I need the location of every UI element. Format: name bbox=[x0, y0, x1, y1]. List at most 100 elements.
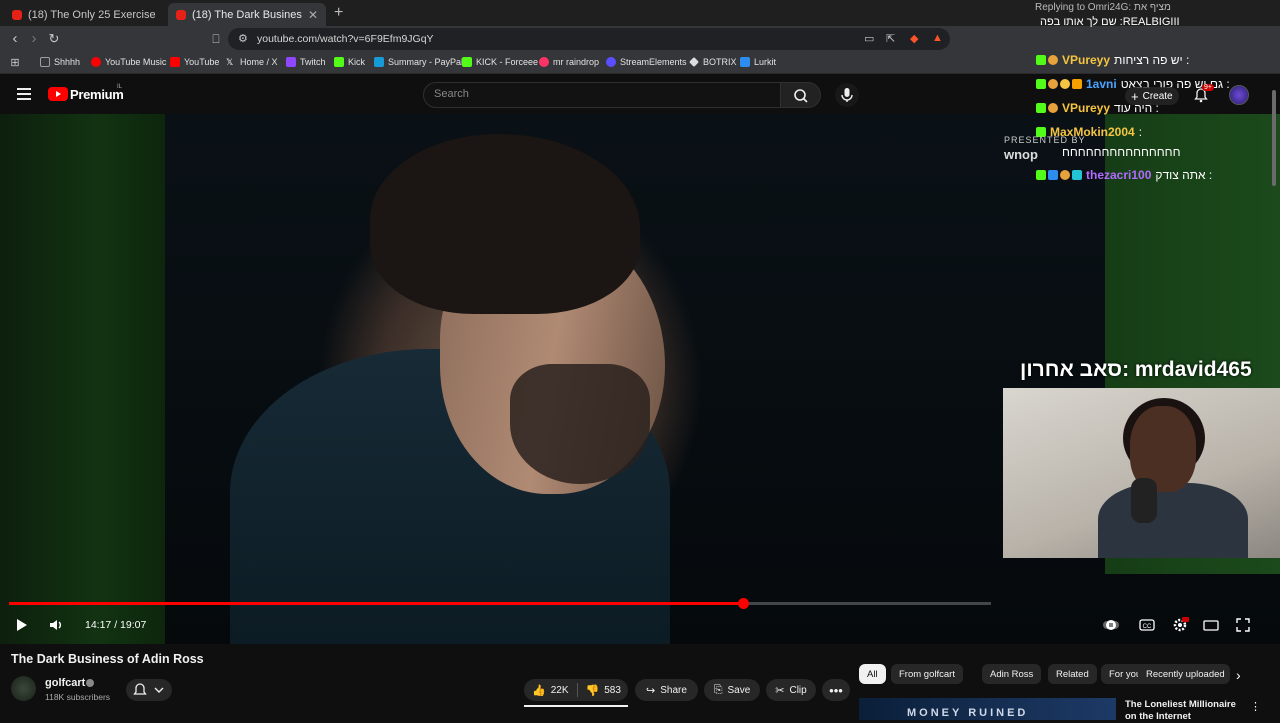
bookmark-icon: ⎘ bbox=[713, 683, 723, 696]
search-box[interactable] bbox=[423, 82, 781, 108]
browser-tab[interactable]: (18) The Only 25 Exercises You Ever N bbox=[4, 3, 164, 26]
close-tab-icon[interactable]: ✕ bbox=[302, 8, 318, 22]
cast-icon[interactable]: ▭ bbox=[864, 32, 874, 45]
theater-icon bbox=[1203, 620, 1219, 631]
premium-logo-text[interactable]: Premium bbox=[70, 87, 124, 102]
fullscreen-button[interactable] bbox=[1234, 616, 1252, 634]
create-button[interactable]: + Create bbox=[1125, 87, 1179, 105]
kick-badge-icon bbox=[1036, 170, 1046, 180]
bookmark-label: KICK - Forceee bbox=[476, 57, 539, 67]
volume-icon bbox=[50, 620, 61, 630]
captions-icon: CC bbox=[1139, 619, 1155, 631]
more-horizontal-icon: ••• bbox=[829, 682, 843, 698]
divider bbox=[576, 683, 578, 697]
clip-button[interactable]: ✂ Clip bbox=[766, 679, 816, 701]
moderator-badge-icon bbox=[1048, 170, 1058, 180]
notifications-button[interactable]: 9+ bbox=[1192, 84, 1214, 104]
search-icon bbox=[794, 89, 808, 103]
play-icon bbox=[17, 619, 27, 631]
chat-message: VPureyy יש פה רציחות : bbox=[1034, 53, 1268, 67]
bookmark-item[interactable]: BOTRIX bbox=[689, 57, 737, 67]
address-bar[interactable]: ⚙ youtube.com/watch?v=6F9Efm9JGqY ▭ ⇱ ◆ … bbox=[228, 28, 950, 50]
autoplay-toggle[interactable] bbox=[1102, 616, 1120, 634]
bookmark-item[interactable]: Summary - PayPal bbox=[374, 57, 463, 67]
progress-bar[interactable] bbox=[9, 598, 991, 609]
account-avatar[interactable] bbox=[1229, 85, 1249, 105]
dislike-count[interactable]: 583 bbox=[604, 685, 621, 696]
bookmark-item[interactable]: YouTube Music bbox=[91, 57, 166, 67]
bookmark-item[interactable]: Kick bbox=[334, 57, 365, 67]
plus-icon: + bbox=[1131, 88, 1139, 104]
bookmark-item[interactable]: 𝕏 Home / X bbox=[226, 57, 278, 67]
subscriber-count: 118K subscribers bbox=[45, 692, 111, 702]
search-input[interactable] bbox=[434, 88, 764, 100]
botrix-icon bbox=[689, 57, 699, 67]
forward-icon[interactable]: › bbox=[25, 30, 43, 48]
apps-grid-icon[interactable]: ⊞ bbox=[6, 54, 24, 72]
voice-search-button[interactable] bbox=[835, 83, 859, 107]
save-button[interactable]: ⎘ Save bbox=[704, 679, 760, 701]
share-label: Share bbox=[660, 684, 687, 696]
subscription-bell-button[interactable] bbox=[126, 679, 172, 701]
chat-username: thezacri100 bbox=[1086, 168, 1152, 182]
back-icon[interactable]: ‹ bbox=[6, 30, 24, 48]
page-scrollbar[interactable] bbox=[1272, 90, 1276, 186]
thumbnail-text: MONEY RUINED bbox=[907, 707, 1029, 719]
settings-button[interactable] bbox=[1171, 616, 1189, 634]
youtube-logo-icon[interactable] bbox=[48, 87, 68, 101]
webcam-microphone bbox=[1131, 478, 1157, 523]
channel-avatar[interactable] bbox=[11, 676, 36, 701]
hamburger-menu-icon[interactable] bbox=[17, 88, 31, 100]
bookmark-item[interactable]: Twitch bbox=[286, 57, 326, 67]
chat-text: : bbox=[1138, 125, 1143, 139]
more-vertical-icon[interactable]: ⋮ bbox=[1250, 700, 1261, 713]
captions-button[interactable]: CC bbox=[1138, 616, 1156, 634]
scrubber-handle[interactable] bbox=[737, 598, 749, 609]
brave-shield-icon[interactable]: ◆ bbox=[910, 32, 918, 45]
bookmark-item[interactable]: mr raindrop bbox=[539, 57, 599, 67]
like-count[interactable]: 22K bbox=[551, 685, 569, 696]
bookmark-label: Home / X bbox=[240, 57, 278, 67]
share-button[interactable]: ↪ Share bbox=[635, 679, 698, 701]
theater-mode-button[interactable] bbox=[1202, 616, 1220, 634]
chat-text: יש פה רציחות : bbox=[1114, 53, 1190, 67]
bookmark-item[interactable]: KICK - Forceee bbox=[462, 57, 538, 67]
recommended-title[interactable]: The Loneliest Millionaire on the Interne… bbox=[1125, 699, 1245, 723]
bookmark-item[interactable]: Shhhh bbox=[40, 57, 80, 67]
chip-all[interactable]: All bbox=[859, 664, 886, 684]
mute-button[interactable] bbox=[47, 616, 65, 634]
bookmark-item[interactable]: YouTube bbox=[170, 57, 219, 67]
bookmark-item[interactable]: StreamElements bbox=[606, 57, 687, 67]
sub-badge-icon bbox=[1048, 79, 1058, 89]
chat-username: 1avni bbox=[1086, 77, 1117, 91]
brave-rewards-icon[interactable]: ▲ bbox=[932, 32, 943, 44]
share-page-icon[interactable]: ⇱ bbox=[886, 32, 895, 45]
browser-tab-active[interactable]: (18) The Dark Business of Adin R ✕ bbox=[168, 3, 326, 26]
streamer-webcam bbox=[1003, 388, 1280, 558]
thumbs-down-icon[interactable]: 👎 bbox=[586, 684, 600, 697]
search-button[interactable] bbox=[781, 82, 821, 108]
save-label: Save bbox=[727, 684, 751, 696]
more-actions-button[interactable]: ••• bbox=[822, 679, 850, 701]
thumbs-up-icon[interactable]: 👍 bbox=[532, 684, 546, 697]
chip-recently-uploaded[interactable]: Recently uploaded bbox=[1138, 664, 1230, 684]
chip-from-channel[interactable]: From golfcart bbox=[891, 664, 963, 684]
svg-text:CC: CC bbox=[1143, 624, 1152, 630]
chevron-right-icon[interactable]: › bbox=[1236, 667, 1241, 683]
url-text[interactable]: youtube.com/watch?v=6F9Efm9JGqY bbox=[257, 33, 434, 45]
youtube-music-icon bbox=[91, 57, 101, 67]
site-info-icon[interactable]: ⚙ bbox=[238, 32, 248, 45]
recommended-thumbnail[interactable]: MONEY RUINED bbox=[859, 698, 1116, 720]
chat-text: אתה צודק : bbox=[1155, 168, 1213, 182]
channel-name[interactable]: golfcart bbox=[45, 677, 85, 689]
bookmark-icon[interactable]: ⎕ bbox=[207, 30, 225, 48]
chip-related[interactable]: Related bbox=[1048, 664, 1097, 684]
bookmark-item[interactable]: Lurkit bbox=[740, 57, 776, 67]
new-tab-button[interactable]: + bbox=[334, 4, 343, 22]
chip-adin-ross[interactable]: Adin Ross bbox=[982, 664, 1042, 684]
play-button[interactable] bbox=[12, 616, 30, 634]
raindrop-icon bbox=[539, 57, 549, 67]
bookmark-label: Twitch bbox=[300, 57, 326, 67]
reload-icon[interactable]: ↻ bbox=[45, 30, 63, 48]
vip-badge-icon bbox=[1072, 170, 1082, 180]
